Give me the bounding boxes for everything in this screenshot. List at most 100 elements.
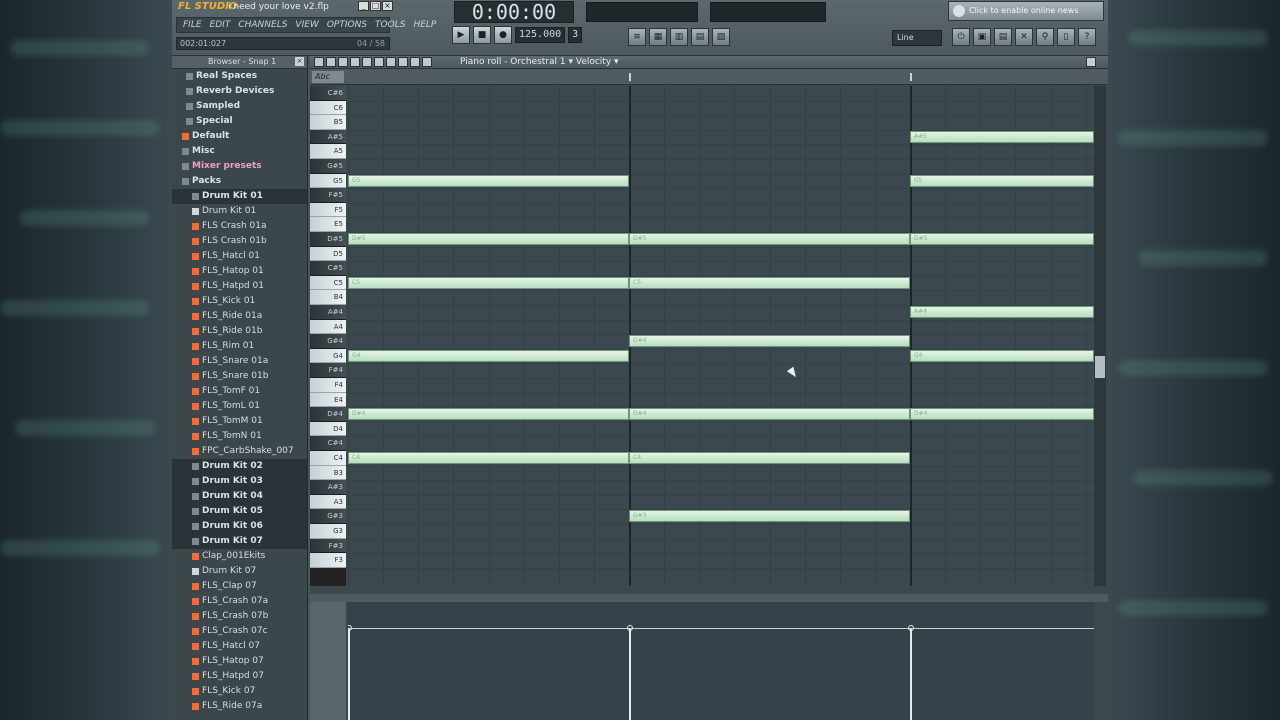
export-icon[interactable]: ▤ xyxy=(994,28,1012,46)
browser-item[interactable]: Misc xyxy=(172,144,307,159)
piano-key[interactable]: A5 xyxy=(310,144,346,159)
note[interactable]: A#4 xyxy=(910,306,1094,318)
note[interactable]: C5 xyxy=(348,276,629,289)
note[interactable]: G5 xyxy=(348,174,629,187)
piano-key[interactable]: C#5 xyxy=(310,261,346,276)
piano-key[interactable]: A#4 xyxy=(310,305,346,320)
browser-item[interactable]: Drum Kit 06 xyxy=(172,519,307,534)
zoom-icon[interactable] xyxy=(410,57,420,67)
browser-item[interactable]: FLS_Snare 01a xyxy=(172,354,307,369)
browser-item[interactable]: Drum Kit 01 xyxy=(172,204,307,219)
piano-key[interactable]: F#5 xyxy=(310,188,346,203)
browser-item[interactable]: FLS_Crash 07c xyxy=(172,624,307,639)
piano-key[interactable]: A#3 xyxy=(310,480,346,495)
browser-item[interactable]: FLS_TomN 01 xyxy=(172,429,307,444)
tools-icon[interactable]: ✕ xyxy=(1015,28,1033,46)
mute-icon[interactable] xyxy=(374,57,384,67)
browser-item[interactable]: FLS_Ride 07a xyxy=(172,699,307,714)
piano-key[interactable]: D4 xyxy=(310,421,346,437)
velocity-editor[interactable] xyxy=(348,602,1094,720)
browser-item[interactable]: Drum Kit 02 xyxy=(172,459,307,474)
browser-item[interactable]: FPC_CarbShake_007 xyxy=(172,444,307,459)
delete-icon[interactable] xyxy=(362,57,372,67)
browser-item[interactable]: FLS_TomF 01 xyxy=(172,384,307,399)
piano-key[interactable]: F5 xyxy=(310,202,346,218)
piano-key[interactable]: G4 xyxy=(310,348,346,364)
playlist-icon[interactable]: ≡ xyxy=(628,28,646,46)
piano-roll-icon[interactable]: ▥ xyxy=(670,28,688,46)
note[interactable]: D#4 xyxy=(348,408,629,421)
piano-roll-channel[interactable]: Piano roll - Orchestral 1 xyxy=(460,57,566,67)
note[interactable]: G#4 xyxy=(629,335,910,348)
browser-item[interactable]: Real Spaces xyxy=(172,69,307,84)
piano-key[interactable]: C4 xyxy=(310,451,346,466)
piano-key[interactable]: C5 xyxy=(310,275,346,291)
browser-item[interactable]: Default xyxy=(172,129,307,144)
browser-item[interactable]: Drum Kit 04 xyxy=(172,489,307,504)
power-icon[interactable]: ⏻ xyxy=(952,28,970,46)
note[interactable]: D#5 xyxy=(629,233,910,245)
menu-options[interactable]: OPTIONS xyxy=(327,20,367,30)
note[interactable]: G5 xyxy=(910,174,1094,187)
browser-item[interactable]: Clap_001Ekits xyxy=(172,549,307,564)
browser-item[interactable]: Drum Kit 01 xyxy=(172,189,307,204)
close-icon[interactable] xyxy=(1086,57,1096,67)
piano-key[interactable]: G3 xyxy=(310,524,346,539)
browser-item[interactable]: FLS_Hatop 07 xyxy=(172,654,307,669)
note[interactable]: G#3 xyxy=(629,510,910,523)
note[interactable]: D#4 xyxy=(629,408,910,421)
piano-key[interactable]: B4 xyxy=(310,290,346,305)
song-time-display[interactable]: 0:00:00 xyxy=(454,1,574,23)
piano-key[interactable]: E5 xyxy=(310,217,346,232)
pencil-icon[interactable] xyxy=(338,57,348,67)
note[interactable]: C4 xyxy=(629,452,910,464)
help-icon[interactable]: ? xyxy=(1078,28,1096,46)
note[interactable]: A#5 xyxy=(910,130,1094,143)
piano-key[interactable]: G#4 xyxy=(310,334,346,349)
piano-key[interactable]: F4 xyxy=(310,378,346,393)
magnet-icon[interactable] xyxy=(326,57,336,67)
browser-item[interactable]: FLS_Snare 01b xyxy=(172,369,307,384)
vertical-scrollbar[interactable] xyxy=(1094,86,1106,586)
note[interactable]: G4 xyxy=(348,349,629,362)
browser-item[interactable]: FLS_Crash 07b xyxy=(172,609,307,624)
piano-key[interactable]: D#5 xyxy=(310,232,346,247)
piano-key[interactable]: F3 xyxy=(310,553,346,568)
browser-item[interactable]: Special xyxy=(172,114,307,129)
close-icon[interactable]: × xyxy=(295,57,304,66)
step-sequencer-icon[interactable]: ▦ xyxy=(649,28,667,46)
save-icon[interactable]: ▣ xyxy=(973,28,991,46)
browser-icon[interactable]: ▤ xyxy=(691,28,709,46)
minimize-button[interactable]: _ xyxy=(358,1,369,11)
note[interactable]: D#5 xyxy=(910,233,1094,245)
browser-item[interactable]: FLS_Hatcl 01 xyxy=(172,249,307,264)
browser-item[interactable]: FLS_Clap 07 xyxy=(172,579,307,594)
browser-item[interactable]: Drum Kit 07 xyxy=(172,534,307,549)
piano-key[interactable]: D5 xyxy=(310,246,346,262)
record-button[interactable]: ● xyxy=(494,26,512,44)
menu-arrow-icon[interactable] xyxy=(314,57,324,67)
menu-view[interactable]: VIEW xyxy=(295,20,318,30)
browser-item[interactable]: Packs xyxy=(172,174,307,189)
menu-help[interactable]: HELP xyxy=(413,20,436,30)
note[interactable]: C4 xyxy=(348,452,629,464)
piano-key[interactable]: G#3 xyxy=(310,509,346,524)
piano-key[interactable]: B5 xyxy=(310,115,346,130)
velocity-bar[interactable] xyxy=(910,628,912,720)
browser-item[interactable]: FLS Crash 01b xyxy=(172,234,307,249)
playback-icon[interactable] xyxy=(422,57,432,67)
browser-item[interactable]: Mixer presets xyxy=(172,159,307,174)
piano-key[interactable]: G5 xyxy=(310,173,346,189)
menu-file[interactable]: FILE xyxy=(183,20,202,30)
piano-key[interactable]: D#4 xyxy=(310,407,346,422)
piano-key[interactable]: C#6 xyxy=(310,86,346,101)
piano-key[interactable]: A4 xyxy=(310,319,346,335)
paint-icon[interactable] xyxy=(350,57,360,67)
pattern-display[interactable]: 3 xyxy=(568,27,583,43)
browser-item[interactable]: FLS_Hatop 01 xyxy=(172,264,307,279)
menu-channels[interactable]: CHANNELS xyxy=(238,20,287,30)
piano-key[interactable]: F#3 xyxy=(310,538,346,554)
browser-item[interactable]: FLS_Ride 01b xyxy=(172,324,307,339)
tempo-display[interactable]: 125.000 xyxy=(515,27,566,43)
close-button[interactable]: × xyxy=(382,1,393,11)
